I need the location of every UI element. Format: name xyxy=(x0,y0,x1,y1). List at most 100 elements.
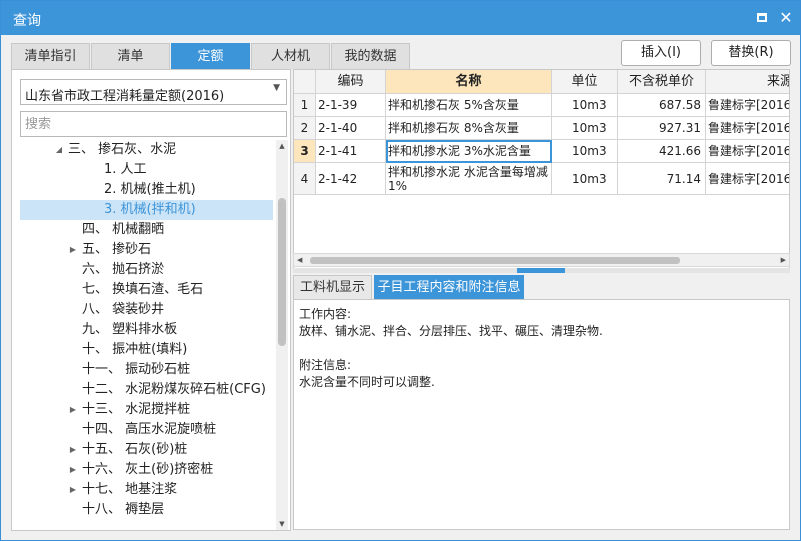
cell-source[interactable]: 鲁建标字[2016] xyxy=(706,163,789,195)
tab-labor-material[interactable]: 工料机显示 xyxy=(293,275,372,299)
tree-item-label: 十七、 地基注浆 xyxy=(82,482,178,497)
close-icon[interactable]: ✕ xyxy=(777,9,795,27)
cell-code[interactable]: 2-1-40 xyxy=(316,117,386,140)
tree-item[interactable]: 十二、 水泥粉煤灰碎石桩(CFG) xyxy=(20,380,273,400)
tree-item[interactable]: 四、 机械翻晒 xyxy=(20,220,273,240)
title-bar[interactable]: 查询 ✕ xyxy=(1,1,800,35)
cell-unit[interactable]: 10m3 xyxy=(552,94,618,117)
row-number[interactable]: 2 xyxy=(294,117,316,140)
panel-splitter[interactable] xyxy=(293,268,790,273)
quota-grid: 编码名称单位不含税单价来源12-1-39拌和机掺石灰 5%含灰量10m3687.… xyxy=(293,69,790,271)
column-header-source[interactable]: 来源 xyxy=(706,70,789,94)
tree-item[interactable]: ▶ 十三、 水泥搅拌桩 xyxy=(20,400,273,420)
tree-item-label: 六、 抛石挤淤 xyxy=(82,262,165,277)
row-number[interactable]: 3 xyxy=(294,140,316,163)
search-input[interactable] xyxy=(20,111,287,137)
expand-arrow-icon[interactable]: ▶ xyxy=(68,400,78,420)
tree-item-label: 十一、 振动砂石桩 xyxy=(82,362,191,377)
tree-item-label: 三、 掺石灰、水泥 xyxy=(68,142,177,157)
cell-name[interactable]: 拌和机掺石灰 8%含灰量 xyxy=(386,117,552,140)
scroll-down-icon[interactable]: ▼ xyxy=(276,518,288,530)
maximize-icon[interactable] xyxy=(753,9,771,27)
expand-arrow-icon[interactable]: ▶ xyxy=(68,480,78,500)
tree-item-label: 十五、 石灰(砂)桩 xyxy=(82,442,188,457)
chevron-down-icon[interactable]: ▼ xyxy=(273,83,280,93)
splitter-handle[interactable] xyxy=(517,268,565,273)
cell-code[interactable]: 2-1-39 xyxy=(316,94,386,117)
h-scroll-thumb[interactable] xyxy=(310,257,680,264)
tree-item[interactable]: 2. 机械(推土机) xyxy=(20,180,273,200)
tree-item[interactable]: 十一、 振动砂石桩 xyxy=(20,360,273,380)
cell-name[interactable]: 拌和机掺水泥 3%水泥含量 xyxy=(386,140,552,163)
tree-item-label: 十四、 高压水泥旋喷桩 xyxy=(82,422,217,437)
tree-scrollbar[interactable]: ▲ ▼ xyxy=(276,140,288,530)
grid-corner xyxy=(294,70,316,94)
quota-tree-panel: 山东省市政工程消耗量定额(2016) ▼ ◢ 三、 掺石灰、水泥 1. 人工 2. 机… xyxy=(11,69,291,531)
tree-item-label: 十八、 褥垫层 xyxy=(82,502,165,517)
collapse-arrow-icon[interactable]: ◢ xyxy=(54,140,64,160)
column-header-code[interactable]: 编码 xyxy=(316,70,386,94)
tree-item-label: 五、 掺砂石 xyxy=(82,242,152,257)
row-number[interactable]: 4 xyxy=(294,163,316,195)
expand-arrow-icon[interactable]: ▶ xyxy=(68,440,78,460)
cell-price[interactable]: 927.31 xyxy=(618,117,706,140)
tree-item[interactable]: ◢ 三、 掺石灰、水泥 xyxy=(20,140,273,160)
quota-library-select[interactable]: 山东省市政工程消耗量定额(2016) ▼ xyxy=(20,79,287,105)
column-header-price[interactable]: 不含税单价 xyxy=(618,70,706,94)
scroll-right-icon[interactable]: ▶ xyxy=(781,254,786,266)
cell-unit[interactable]: 10m3 xyxy=(552,163,618,195)
scroll-up-icon[interactable]: ▲ xyxy=(276,140,288,152)
tree-item-label: 3. 机械(拌和机) xyxy=(104,202,196,217)
grid-horizontal-scrollbar[interactable]: ◀ ▶ xyxy=(293,253,790,267)
cell-price[interactable]: 71.14 xyxy=(618,163,706,195)
expand-arrow-icon[interactable]: ▶ xyxy=(68,460,78,480)
row-number[interactable]: 1 xyxy=(294,94,316,117)
replace-button[interactable]: 替换(R) xyxy=(711,40,791,66)
scroll-thumb[interactable] xyxy=(278,198,286,346)
tree-item[interactable]: 十八、 褥垫层 xyxy=(20,500,273,520)
quota-tree: ◢ 三、 掺石灰、水泥 1. 人工 2. 机械(推土机) 3. 机械(拌和机) 四、 机械… xyxy=(20,140,275,530)
work-content-heading: 工作内容: xyxy=(299,307,352,321)
tree-item-label: 十二、 水泥粉煤灰碎石桩(CFG) xyxy=(82,382,266,397)
tree-item[interactable]: ▶ 十七、 地基注浆 xyxy=(20,480,273,500)
cell-unit[interactable]: 10m3 xyxy=(552,140,618,163)
tree-item[interactable]: 十、 振冲桩(填料) xyxy=(20,340,273,360)
tab-work-content[interactable]: 子目工程内容和附注信息 xyxy=(374,275,524,299)
column-header-name[interactable]: 名称 xyxy=(386,70,552,94)
tab-bill[interactable]: 清单 xyxy=(91,43,170,69)
cell-code[interactable]: 2-1-42 xyxy=(316,163,386,195)
cell-source[interactable]: 鲁建标字[2016] xyxy=(706,94,789,117)
cell-price[interactable]: 421.66 xyxy=(618,140,706,163)
insert-button[interactable]: 插入(I) xyxy=(621,40,701,66)
work-content-text: 放样、铺水泥、拌合、分层排压、找平、碾压、清理杂物. xyxy=(299,324,603,338)
query-dialog: 查询 ✕ 清单指引 清单 定额 人材机 我的数据 插入(I) 替换(R) 山东省… xyxy=(0,0,801,541)
cell-code[interactable]: 2-1-41 xyxy=(316,140,386,163)
tree-item[interactable]: ▶ 十六、 灰土(砂)挤密桩 xyxy=(20,460,273,480)
tree-item-label: 十、 振冲桩(填料) xyxy=(82,342,188,357)
column-header-unit[interactable]: 单位 xyxy=(552,70,618,94)
cell-source[interactable]: 鲁建标字[2016] xyxy=(706,117,789,140)
tree-item[interactable]: 七、 换填石渣、毛石 xyxy=(20,280,273,300)
tree-item[interactable]: ▶ 十五、 石灰(砂)桩 xyxy=(20,440,273,460)
scroll-left-icon[interactable]: ◀ xyxy=(297,254,302,266)
cell-price[interactable]: 687.58 xyxy=(618,94,706,117)
expand-arrow-icon[interactable]: ▶ xyxy=(68,240,78,260)
cell-source[interactable]: 鲁建标字[2016] xyxy=(706,140,789,163)
tab-bill-guide[interactable]: 清单指引 xyxy=(11,43,90,69)
tree-item[interactable]: 十四、 高压水泥旋喷桩 xyxy=(20,420,273,440)
tree-item[interactable]: 八、 袋装砂井 xyxy=(20,300,273,320)
tab-my-data[interactable]: 我的数据 xyxy=(331,43,410,69)
cell-unit[interactable]: 10m3 xyxy=(552,117,618,140)
tab-quota[interactable]: 定额 xyxy=(171,43,250,69)
tree-item-label: 九、 塑料排水板 xyxy=(82,322,178,337)
cell-name[interactable]: 拌和机掺水泥 水泥含量每增减1% xyxy=(386,163,552,195)
quota-library-value: 山东省市政工程消耗量定额(2016) xyxy=(25,89,225,104)
tree-item[interactable]: ▶ 五、 掺砂石 xyxy=(20,240,273,260)
tree-item[interactable]: 六、 抛石挤淤 xyxy=(20,260,273,280)
tab-materials[interactable]: 人材机 xyxy=(251,43,330,69)
tree-item[interactable]: 九、 塑料排水板 xyxy=(20,320,273,340)
tree-item[interactable]: 1. 人工 xyxy=(20,160,273,180)
cell-name[interactable]: 拌和机掺石灰 5%含灰量 xyxy=(386,94,552,117)
tree-item-label: 2. 机械(推土机) xyxy=(104,182,196,197)
tree-item[interactable]: 3. 机械(拌和机) xyxy=(20,200,273,220)
